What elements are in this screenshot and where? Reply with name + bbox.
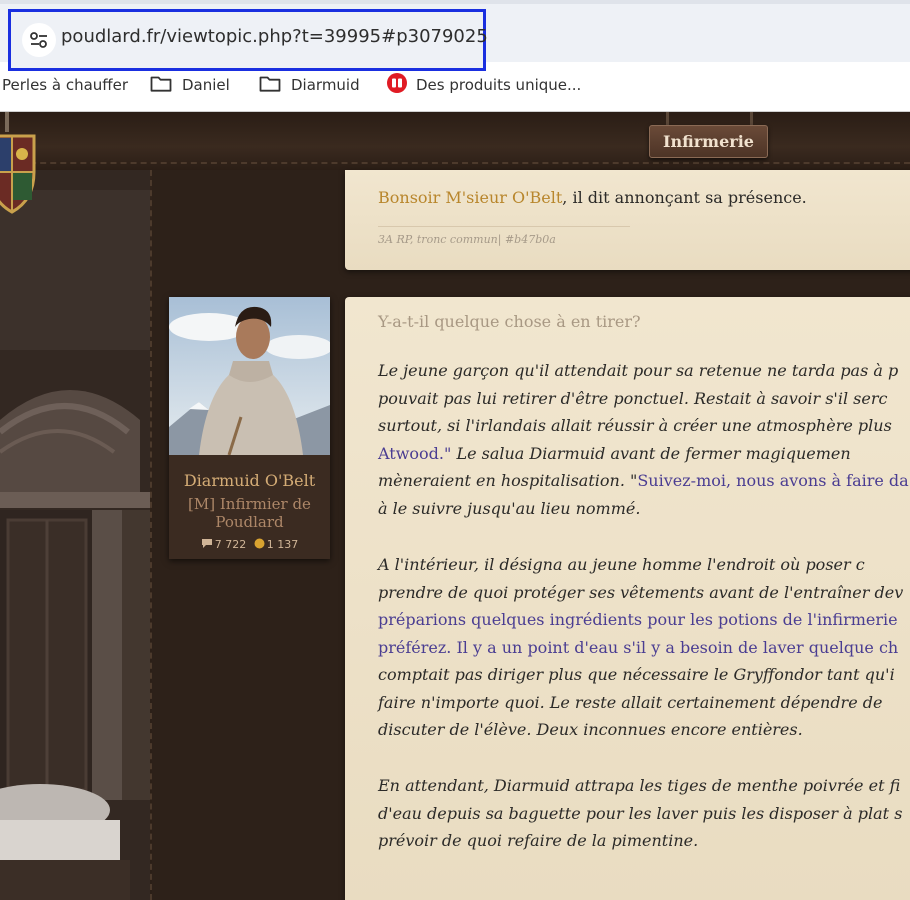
speech-bubble-icon: [201, 538, 213, 552]
address-bar: poudlard.fr/viewtopic.php?t=39995#p30790…: [0, 4, 910, 71]
text-line: prévoir de quoi refaire de la pimentine.: [378, 827, 910, 855]
forum-topbar: Infirmerie: [0, 112, 910, 170]
coin-icon: [254, 538, 265, 552]
post-main: Y-a-t-il quelque chose à en tirer? Le je…: [345, 297, 910, 900]
text-line: préparions quelques ingrédients pour les…: [378, 606, 910, 634]
narration-text: faire n'importe quoi. Le reste allait ce…: [378, 692, 883, 712]
post-paragraph: En attendant, Diarmuid attrapa les tiges…: [378, 772, 910, 855]
text-line: comptait pas diriger plus que nécessaire…: [378, 661, 910, 689]
text-line: surtout, si l'irlandais allait réussir à…: [378, 412, 910, 440]
site-info-button[interactable]: [22, 23, 56, 57]
text-line: mèneraient en hospitalisation. "Suivez-m…: [378, 467, 910, 495]
forum-page: Infirmerie Bonsoir M'sieur O'Belt, il di…: [0, 112, 910, 900]
red-site-icon: [386, 72, 408, 98]
background-scene: [0, 170, 150, 900]
post-text: Bonsoir M'sieur O'Belt, il dit annonçant…: [378, 188, 807, 207]
post-title: Y-a-t-il quelque chose à en tirer?: [378, 312, 641, 331]
message-count: 7 722: [214, 538, 247, 551]
author-stats: 7 722 1 137: [169, 538, 330, 552]
house-crest-logo: [0, 112, 42, 218]
post-paragraph: A l'intérieur, il désigna au jeune homme…: [378, 551, 910, 744]
tab-hook: [750, 112, 753, 126]
text-line: pouvait pas lui retirer d'être ponctuel.…: [378, 385, 910, 413]
text-line: préférez. Il y a un point d'eau s'il y a…: [378, 634, 910, 662]
rank-line: Poudlard: [215, 513, 284, 531]
text-line: discuter de l'élève. Deux inconnues enco…: [378, 716, 910, 744]
author-rank: [M] Infirmier de Poudlard: [169, 495, 330, 531]
dialogue-text: Suivez-moi, nous avons à faire da: [637, 471, 909, 490]
bookmark-folder-daniel[interactable]: Daniel: [150, 74, 230, 96]
topbar-stitch: [0, 162, 910, 164]
points-count: 1 137: [266, 538, 299, 551]
narration-text: d'eau depuis sa baguette pour les laver …: [378, 803, 903, 823]
narration-text: discuter de l'élève. Deux inconnues enco…: [378, 720, 803, 739]
post-signature: 3A RP, tronc commun| #b47b0a: [378, 233, 556, 246]
dialogue-text: préférez. Il y a un point d'eau s'il y a…: [378, 637, 899, 657]
bookmark-label: Daniel: [182, 76, 230, 94]
dialogue-text: Bonsoir M'sieur O'Belt: [378, 188, 563, 207]
url-text: poudlard.fr/viewtopic.php?t=39995#p30790…: [61, 26, 488, 47]
text-line: prendre de quoi protéger ses vêtements a…: [378, 579, 910, 607]
bookmark-label: Perles à chauffer: [2, 76, 129, 94]
narration-text: pouvait pas lui retirer d'être ponctuel.…: [378, 388, 888, 408]
folder-icon: [150, 75, 172, 96]
folder-icon: [259, 75, 281, 96]
text-line: En attendant, Diarmuid attrapa les tiges…: [378, 772, 910, 800]
browser-chrome: poudlard.fr/viewtopic.php?t=39995#p30790…: [0, 0, 910, 112]
text-line: Le jeune garçon qu'il attendait pour sa …: [378, 357, 910, 385]
signature-divider: [378, 226, 630, 227]
tab-label: Infirmerie: [663, 132, 754, 151]
text-line: A l'intérieur, il désigna au jeune homme…: [378, 551, 910, 579]
author-username[interactable]: Diarmuid O'Belt: [169, 471, 330, 490]
narration-text: prévoir de quoi refaire de la pimentine.: [378, 831, 699, 850]
narration-text: , il dit annonçant sa présence.: [562, 188, 807, 207]
bookmark-label: Diarmuid: [291, 76, 360, 94]
narration-text: surtout, si l'irlandais allait réussir à…: [378, 416, 892, 435]
dialogue-text: Atwood.": [378, 443, 452, 463]
bookmark-produits[interactable]: Des produits unique...: [386, 72, 582, 98]
tab-infirmerie[interactable]: Infirmerie: [649, 125, 768, 158]
narration-text: A l'intérieur, il désigna au jeune homme…: [378, 555, 865, 574]
author-profile-card: Diarmuid O'Belt [M] Infirmier de Poudlar…: [169, 297, 330, 559]
avatar[interactable]: [169, 297, 330, 455]
bookmark-perles[interactable]: Perles à chauffer: [2, 74, 128, 96]
bookmark-folder-diarmuid[interactable]: Diarmuid: [259, 74, 360, 96]
narration-text: Le salua Diarmuid avant de fermer magiqu…: [451, 443, 851, 463]
narration-text: mèneraient en hospitalisation. ": [378, 471, 638, 490]
narration-text: prendre de quoi protéger ses vêtements a…: [378, 582, 904, 602]
narration-text: comptait pas diriger plus que nécessaire…: [378, 665, 895, 684]
rank-line: [M] Infirmier de: [188, 495, 311, 513]
dialogue-text: préparions quelques ingrédients pour les…: [378, 610, 898, 629]
bookmark-label: Des produits unique...: [416, 76, 582, 94]
tab-hook: [666, 112, 669, 126]
bookmarks-bar: Perles à chauffer Daniel Diarmuid Des pr…: [0, 62, 910, 108]
narration-text: Le jeune garçon qu'il attendait pour sa …: [378, 361, 899, 380]
text-line: faire n'importe quoi. Le reste allait ce…: [378, 689, 910, 717]
post-previous: Bonsoir M'sieur O'Belt, il dit annonçant…: [345, 170, 910, 270]
text-line: Atwood." Le salua Diarmuid avant de ferm…: [378, 440, 910, 468]
narration-text: à le suivre jusqu'au lieu nommé.: [378, 498, 641, 518]
tune-icon: [30, 32, 47, 48]
text-line: d'eau depuis sa baguette pour les laver …: [378, 800, 910, 828]
text-line: à le suivre jusqu'au lieu nommé.: [378, 495, 910, 523]
post-paragraph: Le jeune garçon qu'il attendait pour sa …: [378, 357, 910, 522]
narration-text: En attendant, Diarmuid attrapa les tiges…: [378, 776, 901, 795]
